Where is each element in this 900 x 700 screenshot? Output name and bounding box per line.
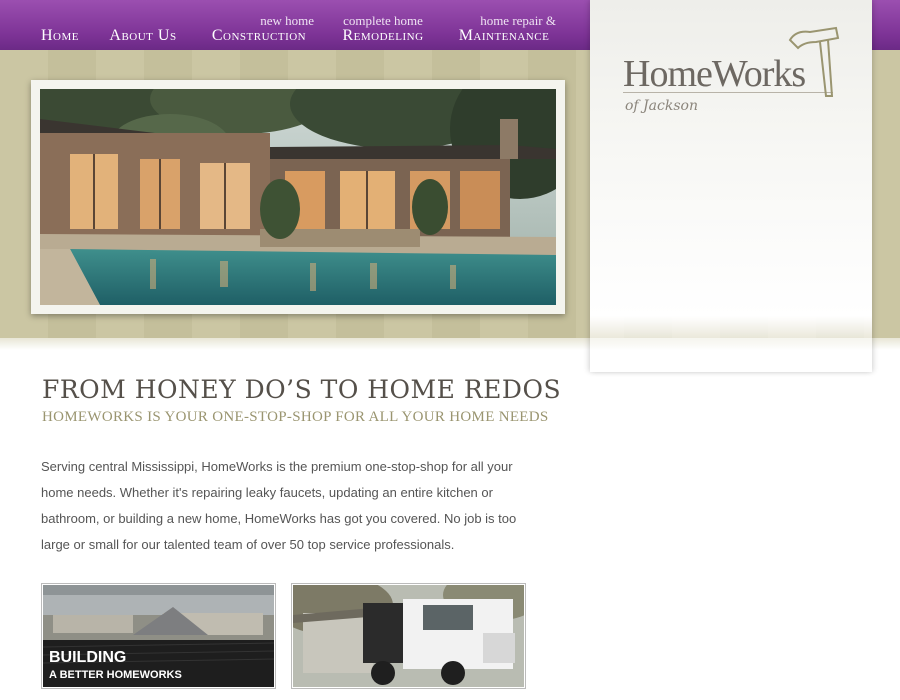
feature-building-subtitle: A BETTER HOMEWORKS: [49, 669, 182, 681]
service-truck-photo: [293, 585, 524, 687]
nav-about-link[interactable]: About Us: [105, 0, 181, 50]
logo-panel: HomeWorks of Jackson: [590, 0, 872, 372]
nav-about-label: About Us: [109, 27, 177, 44]
feature-building-tile[interactable]: BUILDING A BETTER HOMEWORKS: [41, 583, 276, 689]
hero-photo-frame: [31, 80, 565, 314]
page-subheadline: HOMEWORKS IS YOUR ONE-STOP-SHOP FOR ALL …: [42, 409, 549, 425]
nav-construction-label: Construction: [211, 27, 307, 44]
nav-maintenance-link[interactable]: home repair & Maintenance: [452, 0, 556, 50]
nav-maintenance-label: Maintenance: [458, 27, 550, 44]
nav-construction-link[interactable]: new home Construction: [204, 0, 314, 50]
nav-home-link[interactable]: Home: [36, 0, 84, 50]
homeworks-logo-wordmark[interactable]: HomeWorks: [623, 52, 806, 96]
page-headline: FROM HONEY DO’S TO HOME REDOS: [42, 375, 562, 404]
nav-home-label: Home: [41, 27, 79, 44]
logo-tagline: of Jackson: [625, 98, 698, 114]
nav-remodeling-link[interactable]: complete home Remodeling: [336, 0, 430, 50]
feature-truck-tile[interactable]: [291, 583, 526, 689]
nav-remodeling-label: Remodeling: [342, 27, 424, 44]
feature-building-title: BUILDING: [49, 649, 127, 666]
hammer-icon: [788, 26, 840, 97]
hero-photo-pool-house: [40, 89, 556, 305]
intro-paragraph: Serving central Mississippi, HomeWorks i…: [41, 459, 517, 552]
